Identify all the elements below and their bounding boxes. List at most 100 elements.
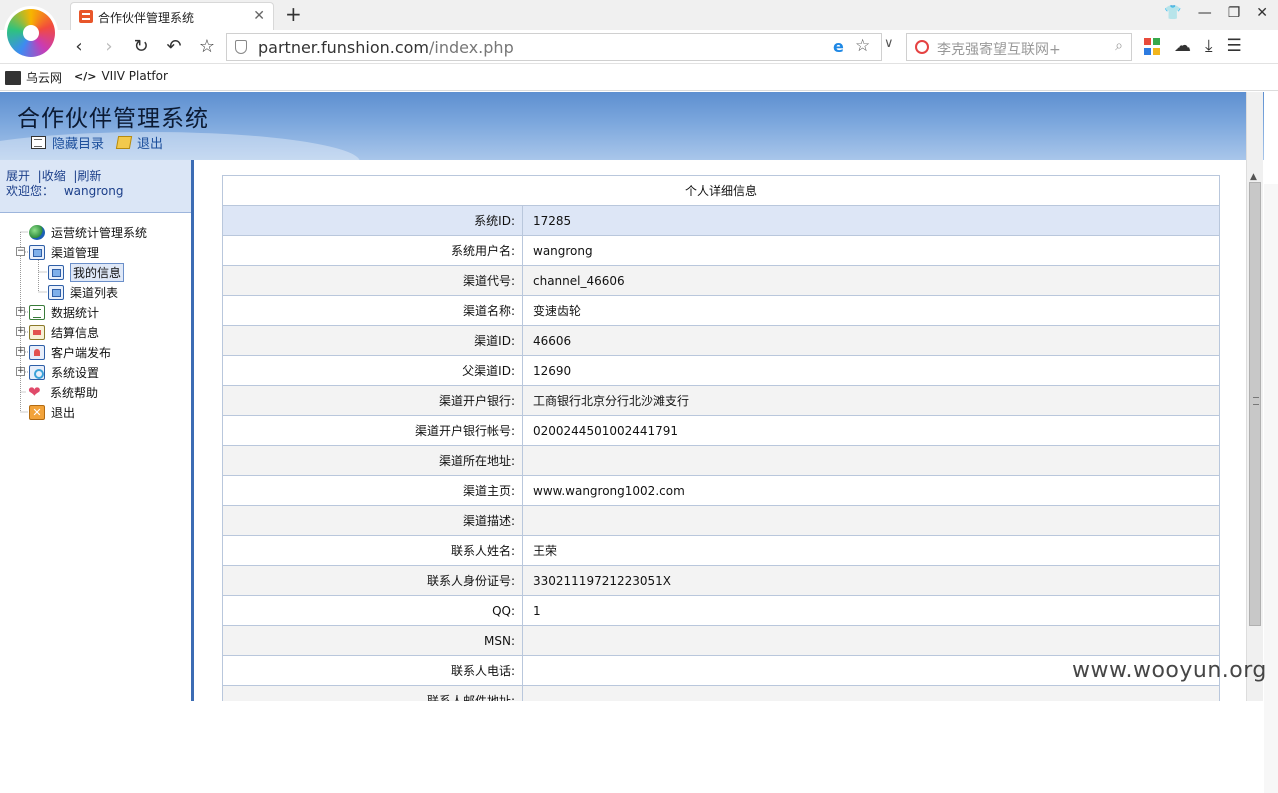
expand-toggle-icon[interactable]: + <box>16 307 25 316</box>
bookmark-star-icon[interactable]: ☆ <box>196 36 218 57</box>
table-row: MSN: <box>222 625 1220 656</box>
security-shield-icon <box>235 40 247 54</box>
bookmark-wooyun[interactable]: 乌云网 <box>5 69 62 86</box>
field-label: 联系人邮件地址: <box>222 685 523 701</box>
new-tab-button[interactable]: + <box>285 2 302 26</box>
bookmark-label: VIIV Platfor <box>101 69 168 83</box>
tree-item-channel-mgmt[interactable]: 渠道管理 <box>29 242 99 262</box>
hide-menu-button[interactable]: 隐藏目录 <box>31 133 104 152</box>
tree-item-label: 运营统计管理系统 <box>51 225 148 240</box>
tree-item-label: 客户端发布 <box>51 345 112 360</box>
scroll-grip-icon <box>1253 397 1259 405</box>
bookmarks-bar: 乌云网 </> VIIV Platfor <box>0 64 1278 91</box>
logout-label: 退出 <box>137 137 164 152</box>
browser-navbar: ‹ › ↻ ↶ ☆ partner.funshion.com/index.php… <box>0 30 1278 64</box>
menu-icon[interactable]: ☰ <box>1227 36 1242 56</box>
field-value: 0200244501002441791 <box>522 415 1220 446</box>
app-title: 合作伙伴管理系统 <box>17 106 209 132</box>
url-dropdown-icon[interactable]: ∨ <box>884 36 894 51</box>
url-text[interactable]: partner.funshion.com/index.php <box>258 38 514 57</box>
expand-toggle-icon[interactable]: + <box>16 327 25 336</box>
address-bar[interactable]: partner.funshion.com/index.php e ☆ <box>226 33 882 61</box>
tree-actions: 展开 |收缩 |刷新 <box>6 169 185 184</box>
collapse-toggle-icon[interactable]: − <box>16 247 25 256</box>
header-logout-button[interactable]: 退出 <box>115 133 164 152</box>
collapse-link[interactable]: 收缩 <box>42 169 66 183</box>
content-scrollbar[interactable]: ▲ <box>1246 92 1263 701</box>
bookmark-viiv[interactable]: </> VIIV Platfor <box>74 69 168 83</box>
field-label: 渠道开户银行帐号: <box>222 415 523 446</box>
field-value: channel_46606 <box>522 265 1220 296</box>
site-favicon-icon <box>79 10 93 23</box>
tree-item-label: 我的信息 <box>70 262 125 282</box>
forward-icon[interactable]: › <box>98 36 120 57</box>
table-row: QQ: 1 <box>222 595 1220 626</box>
url-host: partner.funshion.com <box>258 38 430 57</box>
back-icon[interactable]: ‹ <box>68 36 90 57</box>
page-right-edge <box>1264 184 1278 793</box>
tree-item-settlement[interactable]: 结算信息 <box>29 322 99 342</box>
field-value <box>522 445 1220 476</box>
skin-icon[interactable]: 👕 <box>1164 5 1181 21</box>
browser-tab[interactable]: 合作伙伴管理系统 ✕ <box>70 2 274 30</box>
window-close-icon[interactable]: ✕ <box>1256 5 1268 21</box>
expand-link[interactable]: 展开 <box>6 169 30 183</box>
tree-item-label: 数据统计 <box>51 305 100 320</box>
calculator-icon <box>29 324 45 340</box>
app-header: 合作伙伴管理系统 隐藏目录 退出 <box>0 92 1264 160</box>
field-label: 渠道描述: <box>222 505 523 536</box>
field-label: MSN: <box>222 625 523 656</box>
tree-item-ops-system[interactable]: 运营统计管理系统 <box>29 222 147 242</box>
table-row: 渠道名称: 变速齿轮 <box>222 295 1220 326</box>
table-row: 渠道开户银行: 工商银行北京分行北沙滩支行 <box>222 385 1220 416</box>
scroll-up-icon[interactable]: ▲ <box>1250 172 1257 182</box>
tree-item-label: 渠道管理 <box>51 245 100 260</box>
tree-item-help[interactable]: ❤ 系统帮助 <box>28 382 98 402</box>
tree-item-my-info[interactable]: 我的信息 <box>48 262 125 282</box>
tab-close-icon[interactable]: ✕ <box>253 8 265 24</box>
cloud-icon[interactable]: ☁ <box>1174 36 1191 56</box>
apps-icon[interactable] <box>1144 38 1160 56</box>
favorite-star-icon[interactable]: ☆ <box>855 36 870 56</box>
refresh-link[interactable]: 刷新 <box>77 169 101 183</box>
reload-icon[interactable]: ↻ <box>130 36 152 57</box>
search-icon[interactable]: ⌕ <box>1115 38 1123 54</box>
tree-item-channel-list[interactable]: 渠道列表 <box>48 282 118 302</box>
undo-icon[interactable]: ↶ <box>163 36 185 57</box>
field-value: 12690 <box>522 355 1220 386</box>
user-icon <box>29 344 45 360</box>
tree-item-label: 结算信息 <box>51 325 100 340</box>
tree-item-system-settings[interactable]: 系统设置 <box>29 362 99 382</box>
scroll-thumb[interactable] <box>1249 182 1261 626</box>
tree-item-label: 系统设置 <box>51 365 100 380</box>
tree-item-client-release[interactable]: 客户端发布 <box>29 342 111 362</box>
ie-mode-icon[interactable]: e <box>833 37 844 56</box>
field-label: 系统ID: <box>222 205 523 236</box>
expand-toggle-icon[interactable]: + <box>16 367 25 376</box>
window-icon <box>29 244 45 260</box>
window-controls: 👕 — ❐ ✕ <box>1164 5 1268 21</box>
tree-item-label: 渠道列表 <box>70 285 119 300</box>
field-label: 渠道名称: <box>222 295 523 326</box>
maximize-icon[interactable]: ❐ <box>1228 5 1241 21</box>
expand-toggle-icon[interactable]: + <box>16 347 25 356</box>
exit-icon <box>115 136 133 149</box>
field-value: 变速齿轮 <box>522 295 1220 326</box>
table-row: 父渠道ID: 12690 <box>222 355 1220 386</box>
minimize-icon[interactable]: — <box>1198 5 1212 21</box>
search-input[interactable]: 李克强寄望互联网+ <box>937 39 1061 59</box>
field-label: 渠道开户银行: <box>222 385 523 416</box>
table-row: 渠道描述: <box>222 505 1220 536</box>
tree-item-statistics[interactable]: 数据统计 <box>29 302 99 322</box>
browser-logo-icon[interactable] <box>7 9 55 57</box>
table-caption: 个人详细信息 <box>222 175 1220 206</box>
tree-item-logout[interactable]: ✕ 退出 <box>29 402 75 422</box>
bookmark-label: 乌云网 <box>26 71 63 85</box>
globe-icon <box>29 224 45 240</box>
table-row: 渠道主页: www.wangrong1002.com <box>222 475 1220 506</box>
table-row: 联系人姓名: 王荣 <box>222 535 1220 566</box>
search-box[interactable]: 李克强寄望互联网+ ⌕ <box>906 33 1132 61</box>
watermark: www.wooyun.org <box>1072 658 1267 683</box>
main-content: 个人详细信息 系统ID: 17285 系统用户名: wangrong 渠道代号: ch… <box>194 160 1264 701</box>
download-icon[interactable]: ⤓ <box>1205 36 1213 56</box>
